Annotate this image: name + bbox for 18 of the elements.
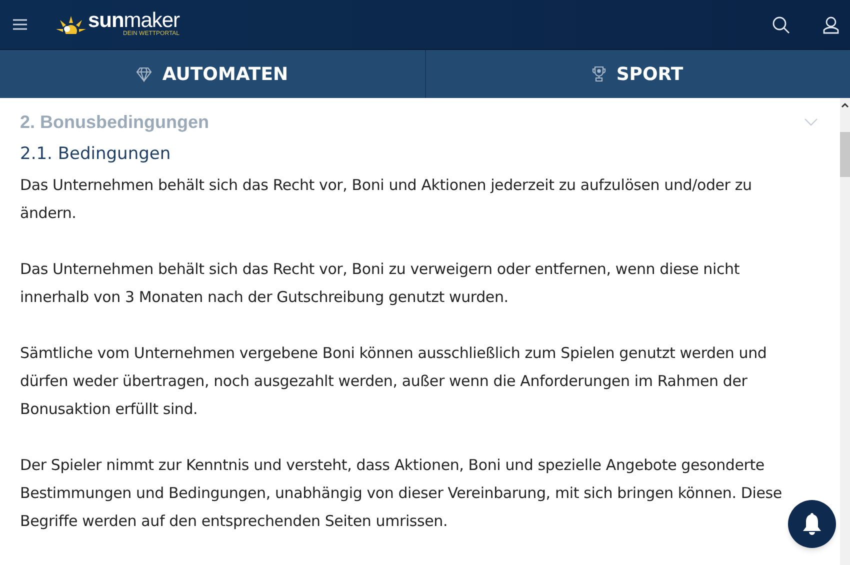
menu-icon xyxy=(13,19,27,30)
bell-icon xyxy=(801,512,823,536)
scrollbar-thumb[interactable] xyxy=(840,132,850,177)
paragraph: Der Spieler nimmt zur Kenntnis und versteht, dass Aktionen, Boni und spezielle Angebote gesonderte Bestimmungen und Bedingungen, unabhängig von dieser Vereinbarung, mit sich bringen können. Diese Begriffe werden auf den entsprechenden Seiten umrissen. xyxy=(20,455,783,532)
paragraph: Sämtliche vom Unternehmen vergebene Boni können ausschließlich zum Spielen genutzt werden und dürfen weder übertragen, noch ausgezahlt werden, außer wenn die Anforderungen im Rahmen der Bonusaktion erfüllt sind. xyxy=(20,343,768,420)
diamond-icon xyxy=(136,66,152,82)
paragraph: Das Unternehmen behält sich das Recht vor, Boni und Aktionen jederzeit zu aufzulösen und/oder zu ändern. xyxy=(20,175,753,224)
user-icon xyxy=(823,16,839,34)
subsection-title: 2.1. Bedingungen xyxy=(20,143,172,166)
paragraph: Das Unternehmen behält sich das Recht vor, Boni zu verweigern oder entfernen, wenn diese nicht innerhalb von 3 Monaten nach der Gutschreibung genutzt wurden. xyxy=(20,259,740,308)
nav-tab[interactable]: AUTOMATEN xyxy=(0,50,424,98)
trophy-icon xyxy=(592,66,606,82)
notification-button[interactable] xyxy=(788,500,836,548)
logo: sunmaker xyxy=(88,11,180,31)
scroll-up-icon[interactable] xyxy=(841,102,849,108)
search-icon xyxy=(772,16,790,34)
nav-tab[interactable]: SPORT xyxy=(424,50,850,98)
sun-icon xyxy=(56,16,86,34)
